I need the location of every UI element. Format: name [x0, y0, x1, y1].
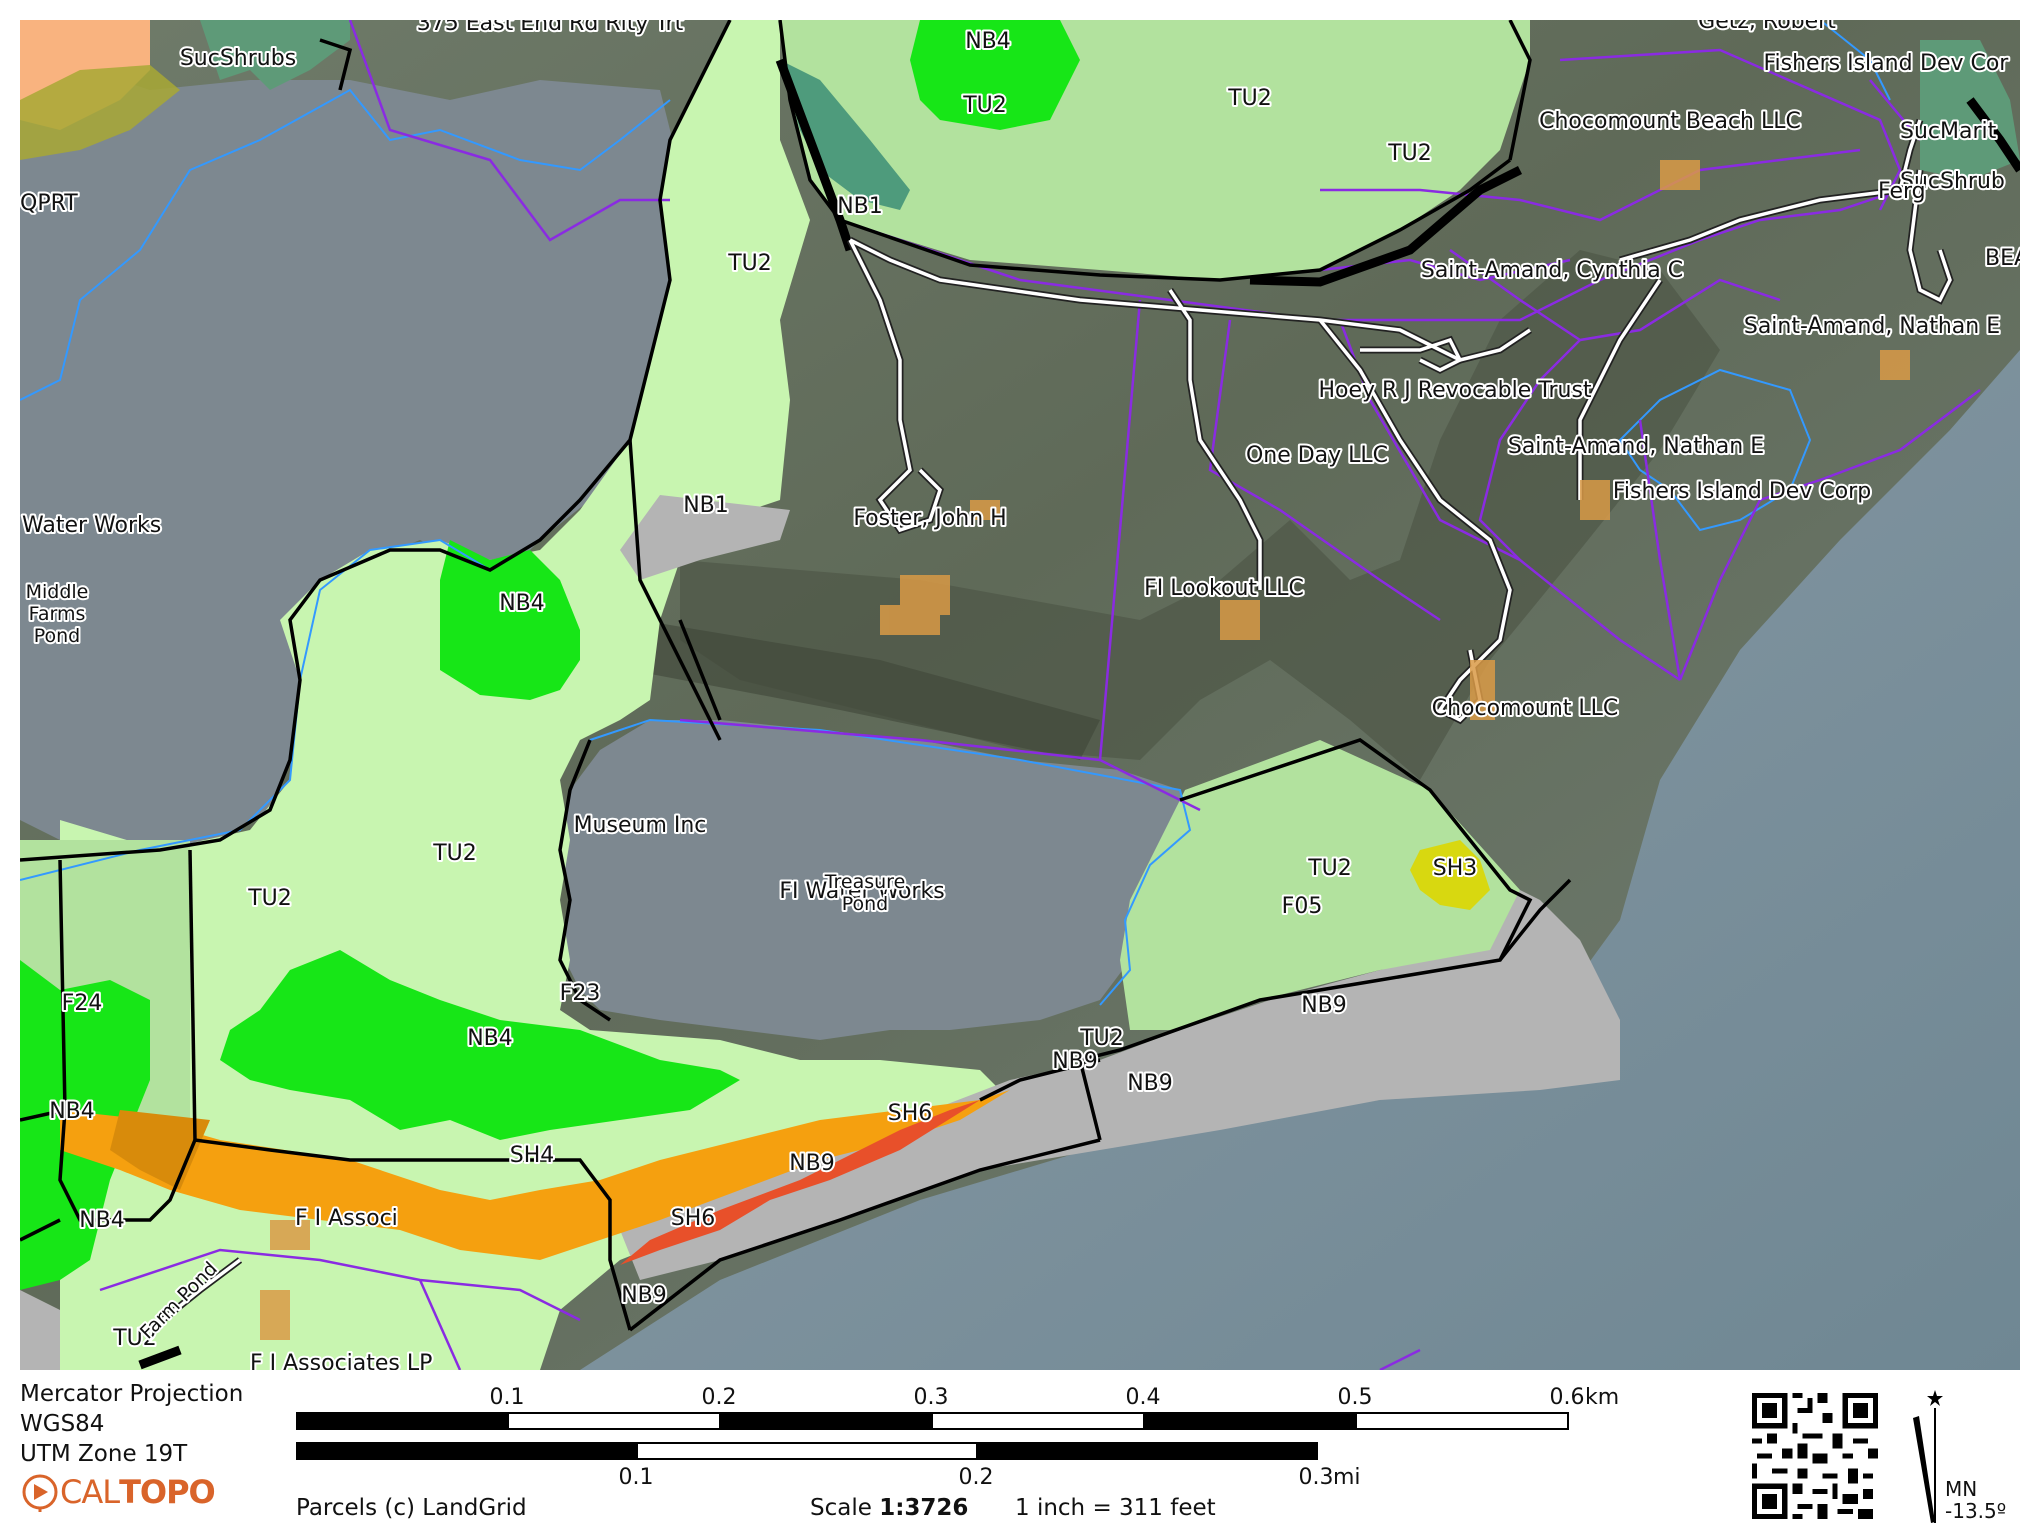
- parcel-label: Chocomount Beach LLC: [1539, 109, 1801, 134]
- projection-text: Mercator Projection: [20, 1381, 244, 1407]
- km-tick-label: 0.6: [1549, 1385, 1585, 1410]
- parcel-label: Dev Cor: [1920, 51, 2009, 76]
- parcel-label: 375 East End Rd Rlty Trt: [417, 20, 684, 36]
- mi-scale-segment: [296, 1442, 638, 1460]
- mi-tick-label: 0.2: [958, 1465, 994, 1490]
- fuel-label: TU2: [962, 93, 1007, 118]
- map-canvas[interactable]: NB4 TU2 TU2 TU2 NB1 TU2 NB1 NB4 TU2 TU2 …: [20, 20, 2020, 1370]
- map-svg[interactable]: NB4 TU2 TU2 TU2 NB1 TU2 NB1 NB4 TU2 TU2 …: [20, 20, 2020, 1370]
- north-arrow-star: [1927, 1390, 1943, 1406]
- map-footer: Mercator Projection WGS84 UTM Zone 19T 0…: [0, 1370, 2040, 1539]
- water-label: Pond: [842, 893, 889, 915]
- parcel-label: Chocomount LLC: [1432, 696, 1619, 721]
- mi-tick-label: 0.1: [618, 1465, 654, 1490]
- brand-light: CAL: [60, 1473, 120, 1511]
- fuel-label: NB4: [467, 1026, 513, 1051]
- km-tick-label: 0.2: [701, 1385, 737, 1410]
- brand-bold: TOPO: [119, 1473, 216, 1511]
- fuel-label: NB4: [499, 591, 545, 616]
- fuel-label: SH6: [671, 1206, 716, 1231]
- north-label: MN: [1945, 1477, 1977, 1501]
- utm-zone-text: UTM Zone 19T: [20, 1441, 188, 1467]
- parcel-label: F I Associ: [295, 1206, 398, 1231]
- parcel-label: FI Lookout LLC: [1144, 576, 1304, 601]
- fuel-label: SucShrubs: [180, 46, 296, 71]
- fuel-label: F24: [62, 991, 103, 1016]
- fuel-label: TU2: [432, 841, 477, 866]
- parcel-label: Saint-Amand, Nathan E: [1508, 434, 1764, 459]
- fuel-label: NB4: [79, 1208, 125, 1233]
- fuel-label: SH4: [510, 1143, 555, 1168]
- parcel-label: Saint-Amand, Nathan E: [1744, 314, 2000, 339]
- km-scale-segment: [931, 1412, 1145, 1430]
- caltopo-logo: CALTOPO: [20, 1472, 216, 1512]
- fuel-label: NB4: [965, 29, 1011, 54]
- parcel-label: Water Works: [22, 513, 161, 538]
- fuel-label: TU2: [1307, 856, 1352, 881]
- fuel-label: F23: [560, 981, 601, 1006]
- inch-equivalent: 1 inch = 311 feet: [1015, 1495, 1216, 1521]
- fuel-label: NB9: [1127, 1071, 1173, 1096]
- fuel-label: NB9: [1052, 1049, 1098, 1074]
- km-tick-label: 0.5: [1337, 1385, 1373, 1410]
- fuel-label: NB9: [1301, 993, 1347, 1018]
- parcel-label: Foster, John H: [853, 506, 1006, 531]
- water-label: Pond: [34, 625, 81, 647]
- fuel-label: SH3: [1433, 856, 1478, 881]
- parcel-label: Saint-Amand, Cynthia C: [1421, 258, 1683, 283]
- parcel-label: Museum Inc: [574, 813, 707, 838]
- scale-text: Scale 1:3726: [810, 1495, 968, 1521]
- water-label: Farms: [29, 603, 86, 625]
- parcel-label: F I Associates LP: [250, 1351, 432, 1370]
- parcel-label: Hoey R J Revocable Trust: [1318, 378, 1591, 403]
- parcel-label: Fishers Island Dev Corp: [1613, 479, 1871, 504]
- fuel-label: NB4: [49, 1099, 95, 1124]
- parcel-label: One Day LLC: [1246, 443, 1388, 468]
- km-unit: km: [1585, 1385, 1620, 1410]
- fuel-label: F05: [1282, 894, 1323, 919]
- km-scale-segment: [1355, 1412, 1569, 1430]
- mi-tick-label: 0.3: [1298, 1465, 1334, 1490]
- water-label: Middle: [26, 581, 89, 603]
- km-tick-label: 0.1: [489, 1385, 525, 1410]
- caltopo-logo-icon: [22, 1474, 58, 1512]
- km-scale-segment: [719, 1412, 933, 1430]
- fuel-label: TU2: [727, 251, 772, 276]
- caltopo-logo-text: CALTOPO: [60, 1473, 216, 1511]
- km-scale-segment: [1143, 1412, 1357, 1430]
- parcel-label: Getz, Robert: [1698, 20, 1836, 34]
- fuel-label: TU2: [1227, 86, 1272, 111]
- fuel-label: NB9: [789, 1151, 835, 1176]
- datum-text: WGS84: [20, 1411, 105, 1437]
- qr-code[interactable]: [1752, 1393, 1878, 1519]
- fuel-label: SucMarit: [1900, 119, 1997, 144]
- km-scale-segment: [507, 1412, 721, 1430]
- km-scale-segment: [296, 1412, 509, 1430]
- north-arrow: MN -13.5º: [1913, 1390, 2006, 1523]
- fuel-label: TU2: [1079, 1026, 1124, 1051]
- parcel-label: Fishers Island: [1763, 51, 1912, 76]
- parcel-label: BEA: [1985, 246, 2020, 271]
- declination-label: -13.5º: [1945, 1499, 2006, 1523]
- credit-text: Parcels (c) LandGrid: [296, 1495, 527, 1521]
- fuel-label: TU2: [247, 886, 292, 911]
- mi-unit: mi: [1333, 1465, 1361, 1490]
- fuel-label: SH6: [888, 1101, 933, 1126]
- km-tick-label: 0.3: [913, 1385, 949, 1410]
- parcel-label: Ferg: [1878, 179, 1926, 204]
- km-tick-label: 0.4: [1125, 1385, 1161, 1410]
- water-label: Treasure: [824, 871, 906, 893]
- fuel-label: NB1: [837, 194, 883, 219]
- fuel-label: TU2: [1387, 141, 1432, 166]
- scale-value: 1:3726: [879, 1495, 969, 1521]
- mi-scale-segment: [636, 1442, 978, 1460]
- mi-scale-segment: [976, 1442, 1318, 1460]
- fuel-label: NB1: [683, 493, 729, 518]
- fuel-label: NB9: [621, 1283, 667, 1308]
- scale-prefix: Scale: [810, 1495, 872, 1521]
- parcel-label: QPRT: [20, 191, 78, 216]
- magnetic-north-arrow: [1913, 1416, 1935, 1523]
